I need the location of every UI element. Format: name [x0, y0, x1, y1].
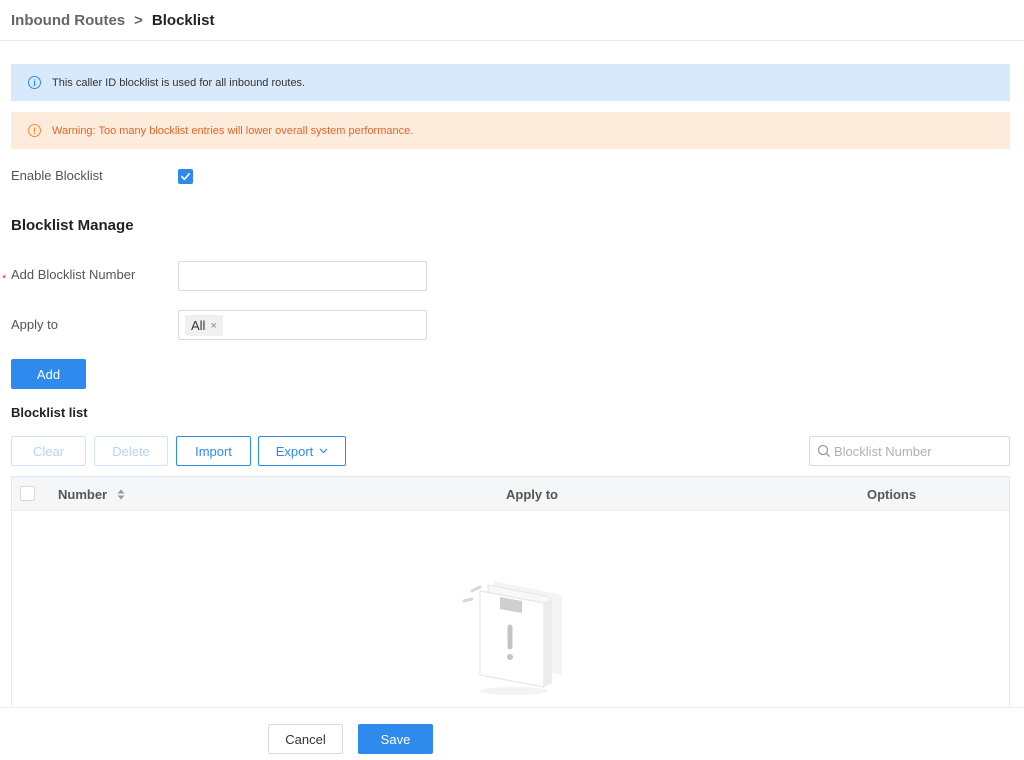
- breadcrumb: Inbound Routes > Blocklist: [0, 0, 1024, 41]
- add-blocklist-number-label: Add Blocklist Number: [11, 267, 136, 282]
- blocklist-table: Number Apply to Options: [11, 476, 1010, 710]
- apply-to-tag-all: All ×: [185, 315, 223, 336]
- column-number[interactable]: Number: [58, 487, 125, 503]
- breadcrumb-separator: >: [134, 11, 143, 29]
- info-alert-text: This caller ID blocklist is used for all…: [52, 76, 306, 89]
- search-box: [809, 436, 1010, 466]
- warning-alert-text: Warning: Too many blocklist entries will…: [52, 124, 414, 137]
- close-icon[interactable]: ×: [210, 320, 216, 332]
- column-apply-to: Apply to: [506, 487, 558, 502]
- apply-to-select[interactable]: All ×: [178, 310, 427, 340]
- search-input[interactable]: [834, 443, 1004, 459]
- cancel-button[interactable]: Cancel: [268, 724, 343, 754]
- breadcrumb-parent-inbound-routes[interactable]: Inbound Routes: [11, 12, 125, 29]
- check-icon: [181, 173, 190, 181]
- required-asterisk: *: [2, 273, 7, 285]
- blocklist-list-title: Blocklist list: [11, 405, 88, 420]
- info-icon: i: [28, 76, 41, 89]
- delete-button[interactable]: Delete: [94, 436, 168, 466]
- sort-icon[interactable]: [117, 488, 125, 503]
- import-button[interactable]: Import: [176, 436, 251, 466]
- enable-blocklist-label: Enable Blocklist: [11, 168, 103, 183]
- add-button[interactable]: Add: [11, 359, 86, 389]
- column-number-label: Number: [58, 487, 108, 502]
- save-button[interactable]: Save: [358, 724, 433, 754]
- apply-to-label: Apply to: [11, 317, 58, 332]
- info-alert: i This caller ID blocklist is used for a…: [11, 64, 1010, 101]
- add-blocklist-number-input[interactable]: [178, 261, 427, 291]
- footer-bar: Cancel Save: [0, 707, 1024, 760]
- blocklist-manage-title: Blocklist Manage: [11, 217, 134, 234]
- select-all-checkbox[interactable]: [20, 486, 35, 501]
- warning-icon: !: [28, 124, 41, 137]
- column-options: Options: [867, 487, 917, 502]
- empty-state-icon: [462, 581, 562, 695]
- page-title: Blocklist: [151, 11, 215, 29]
- search-icon: [817, 444, 830, 457]
- export-button[interactable]: Export: [258, 436, 346, 466]
- table-header: Number Apply to Options: [12, 477, 1009, 511]
- clear-button[interactable]: Clear: [11, 436, 86, 466]
- enable-blocklist-checkbox[interactable]: [178, 169, 193, 184]
- chevron-down-icon: [319, 446, 328, 456]
- export-button-label: Export: [275, 443, 314, 459]
- warning-alert: ! Warning: Too many blocklist entries wi…: [11, 112, 1010, 149]
- apply-to-tag-label: All: [191, 318, 206, 333]
